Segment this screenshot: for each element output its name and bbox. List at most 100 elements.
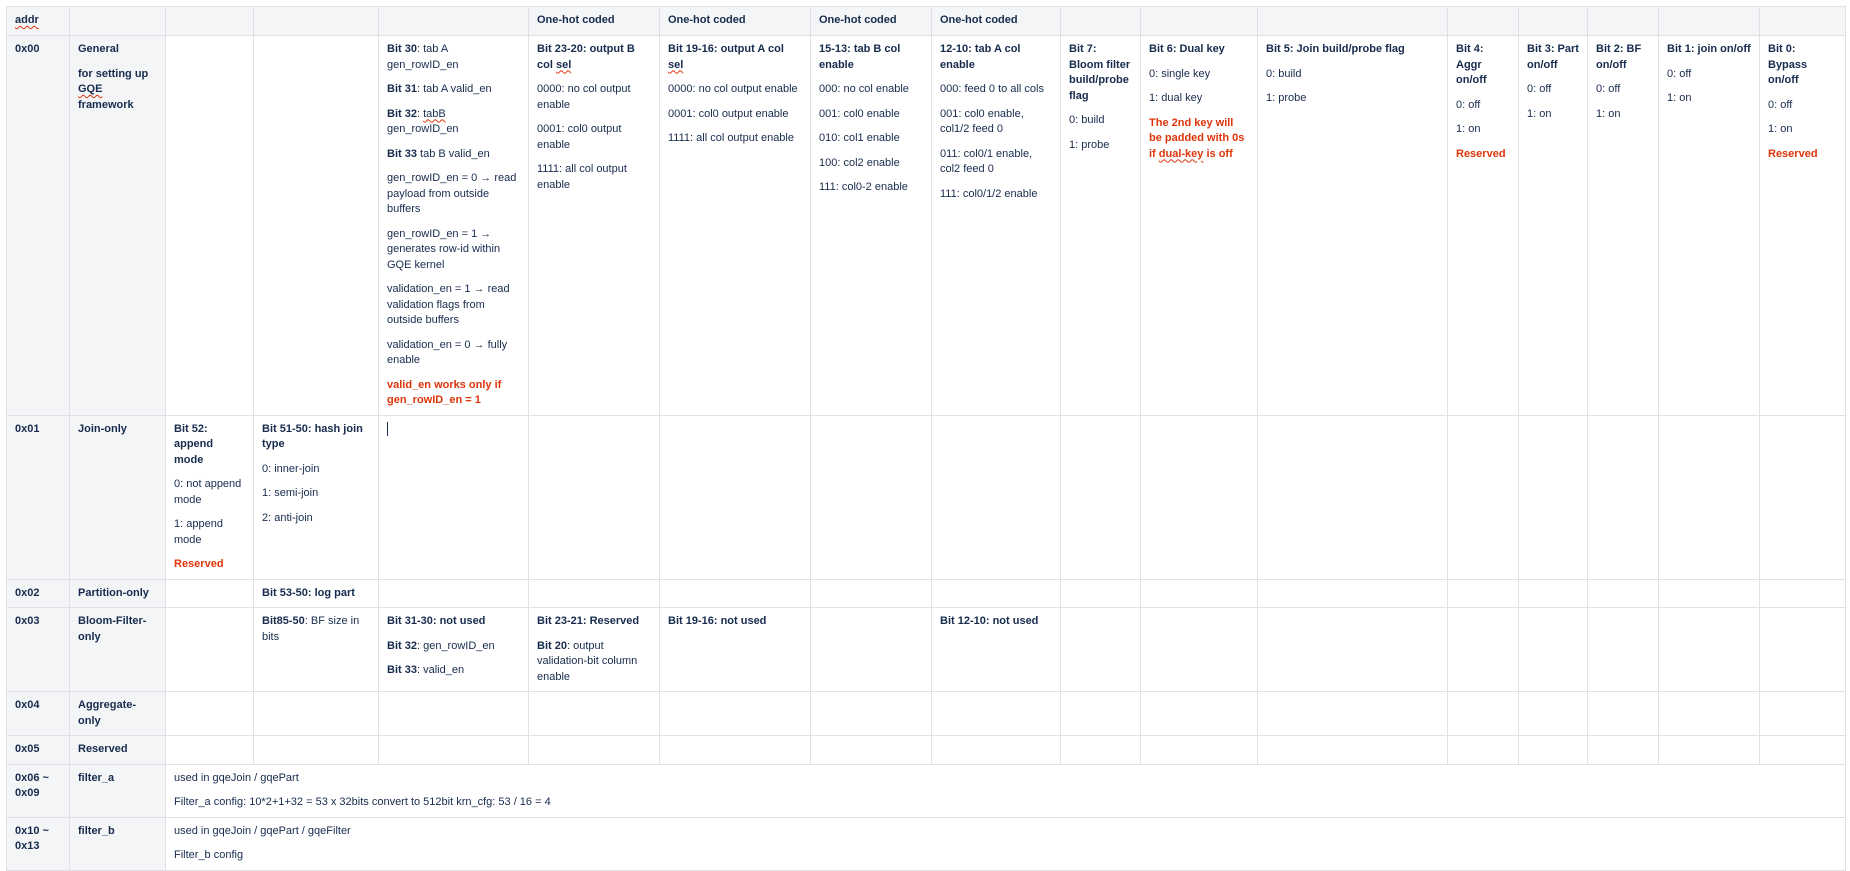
empty-cell	[165, 735, 254, 765]
bit-0-cell: Bit 0: Bypass on/off 0: off 1: on Reserv…	[1759, 35, 1846, 416]
option-line: 1: on	[1527, 107, 1552, 120]
bit-line: Bit 32: gen_rowID_en	[387, 639, 495, 652]
table-row-0x04: 0x04 Aggregate-only	[6, 691, 1846, 736]
header-cell	[1658, 6, 1760, 36]
note-line: gen_rowID_en = 0 → read payload from out…	[387, 172, 517, 215]
empty-cell	[1060, 578, 1141, 608]
empty-cell	[1257, 607, 1448, 692]
cell-title: Bit 53-50: log part	[262, 586, 355, 599]
addr-cell: 0x05	[6, 735, 70, 765]
bit-4-cell: Bit 4: Aggr on/off 0: off 1: on Reserved	[1447, 35, 1519, 416]
option-line: 0: off	[1456, 98, 1481, 111]
row-description: for setting up GQE framework	[78, 67, 149, 111]
option-line: 0: off	[1768, 98, 1793, 111]
empty-cell	[378, 735, 529, 765]
header-cell	[1060, 6, 1141, 36]
header-cell	[253, 6, 379, 36]
cell-title: Bit 7: Bloom filter build/probe flag	[1069, 43, 1131, 102]
empty-cell	[810, 691, 932, 736]
option-line: 0: inner-join	[262, 462, 320, 475]
addr-cell: 0x00	[6, 35, 70, 416]
empty-cell	[1257, 414, 1448, 580]
bit-line: Bit 20: output validation-bit column ena…	[537, 639, 638, 683]
empty-cell	[1587, 578, 1659, 608]
bit-line: Bit 33: valid_en	[387, 664, 465, 676]
empty-cell	[810, 414, 932, 580]
addr-cell: 0x01	[6, 414, 70, 580]
bits-23-20-cell: Bit 23-20: output B col sel 0000: no col…	[528, 35, 660, 416]
option-line: 001: col0 enable	[819, 107, 900, 120]
bit-line: Bit 31: tab A valid_en	[387, 83, 492, 95]
table-row-0x03: 0x03 Bloom-Filter-only Bit85-50: BF size…	[6, 607, 1846, 692]
option-line: 1: on	[1667, 92, 1692, 104]
name-cell: Reserved	[69, 735, 166, 765]
bit-1-cell: Bit 1: join on/off 0: off 1: on	[1658, 35, 1760, 416]
option-line: 0000: no col output enable	[537, 83, 631, 111]
option-line: 0000: no col output enable	[668, 83, 798, 95]
name-cell: Partition-only	[69, 578, 166, 608]
empty-cell	[1759, 578, 1846, 608]
bits-15-13-cell: 15-13: tab B col enable 000: no col enab…	[810, 35, 932, 416]
usage-line: used in gqeJoin / gqePart / gqeFilter	[174, 824, 351, 837]
option-line: 1111: all col output enable	[668, 132, 794, 144]
option-line: 1: probe	[1069, 138, 1110, 151]
addr-cell: 0x04	[6, 691, 70, 736]
bit-2-cell: Bit 2: BF on/off 0: off 1: on	[1587, 35, 1659, 416]
option-line: 1: on	[1768, 123, 1793, 135]
filter-b-description-cell: used in gqeJoin / gqePart / gqeFilter Fi…	[165, 816, 1846, 871]
bit-52-cell: Bit 52: append mode 0: not append mode 1…	[165, 414, 254, 580]
empty-cell	[1518, 607, 1588, 692]
empty-cell	[1257, 735, 1448, 765]
empty-cell	[1658, 578, 1760, 608]
bits-51-50-cell: Bit 51-50: hash join type 0: inner-join …	[253, 414, 379, 580]
header-cell-one-hot: One-hot coded	[659, 6, 811, 36]
empty-cell	[1140, 578, 1258, 608]
bit-line: Bit 32: tabB gen_rowID_en	[387, 107, 459, 136]
cell-title: Bit 23-21: Reserved	[537, 615, 640, 627]
addr-cell: 0x03	[6, 607, 70, 692]
empty-cell	[1257, 691, 1448, 736]
empty-cell	[1759, 607, 1846, 692]
bit-line: Bit 33 tab B valid_en	[387, 147, 490, 160]
empty-cell	[1140, 691, 1258, 736]
empty-cell	[1587, 735, 1659, 765]
empty-cell	[165, 35, 254, 416]
empty-cell	[1759, 691, 1846, 736]
empty-cell	[1140, 414, 1258, 580]
option-line: 000: feed 0 to all cols	[940, 83, 1044, 95]
cell-title: Bit 0: Bypass on/off	[1768, 43, 1808, 86]
empty-cell	[1587, 414, 1659, 580]
name-cell: General for setting up GQE framework	[69, 35, 166, 416]
option-line: 100: col2 enable	[819, 156, 900, 169]
option-line: 111: col0/1/2 enable	[940, 187, 1038, 200]
warning-note: valid_en works only if gen_rowID_en = 1	[387, 378, 502, 407]
config-table: addr One-hot coded One-hot coded One-hot…	[6, 6, 1846, 871]
row-name: General	[78, 43, 119, 55]
reserved-note: Reserved	[1456, 147, 1506, 160]
bits-19-16-cell: Bit 19-16: not used	[659, 607, 811, 692]
option-line: 1111: all col output enable	[537, 163, 627, 191]
option-line: 011: col0/1 enable, col2 feed 0	[940, 147, 1033, 176]
empty-cell	[1658, 735, 1760, 765]
empty-cell	[253, 691, 379, 736]
name-cell: Bloom-Filter-only	[69, 607, 166, 692]
header-cell	[1587, 6, 1659, 36]
option-line: 0001: col0 output enable	[537, 123, 622, 151]
empty-cell	[1447, 414, 1519, 580]
config-line: Filter_a config: 10*2+1+32 = 53 x 32bits…	[174, 796, 551, 808]
editable-cell[interactable]	[378, 414, 529, 580]
note-line: gen_rowID_en = 1 → generates row-id with…	[387, 227, 501, 271]
filter-a-description-cell: used in gqeJoin / gqePart Filter_a confi…	[165, 763, 1846, 818]
empty-cell	[528, 578, 660, 608]
empty-cell	[528, 735, 660, 765]
option-line: 1: on	[1456, 123, 1481, 135]
empty-cell	[1447, 578, 1519, 608]
option-line: 0: build	[1069, 114, 1105, 126]
table-row-0x05: 0x05 Reserved	[6, 735, 1846, 765]
bits-19-16-cell: Bit 19-16: output A col sel 0000: no col…	[659, 35, 811, 416]
warning-note: The 2nd key will be padded with 0s if du…	[1149, 116, 1245, 160]
header-cell	[165, 6, 254, 36]
empty-cell	[1060, 414, 1141, 580]
option-line: 0: off	[1667, 67, 1692, 80]
cell-title: Bit 6: Dual key	[1149, 43, 1225, 55]
